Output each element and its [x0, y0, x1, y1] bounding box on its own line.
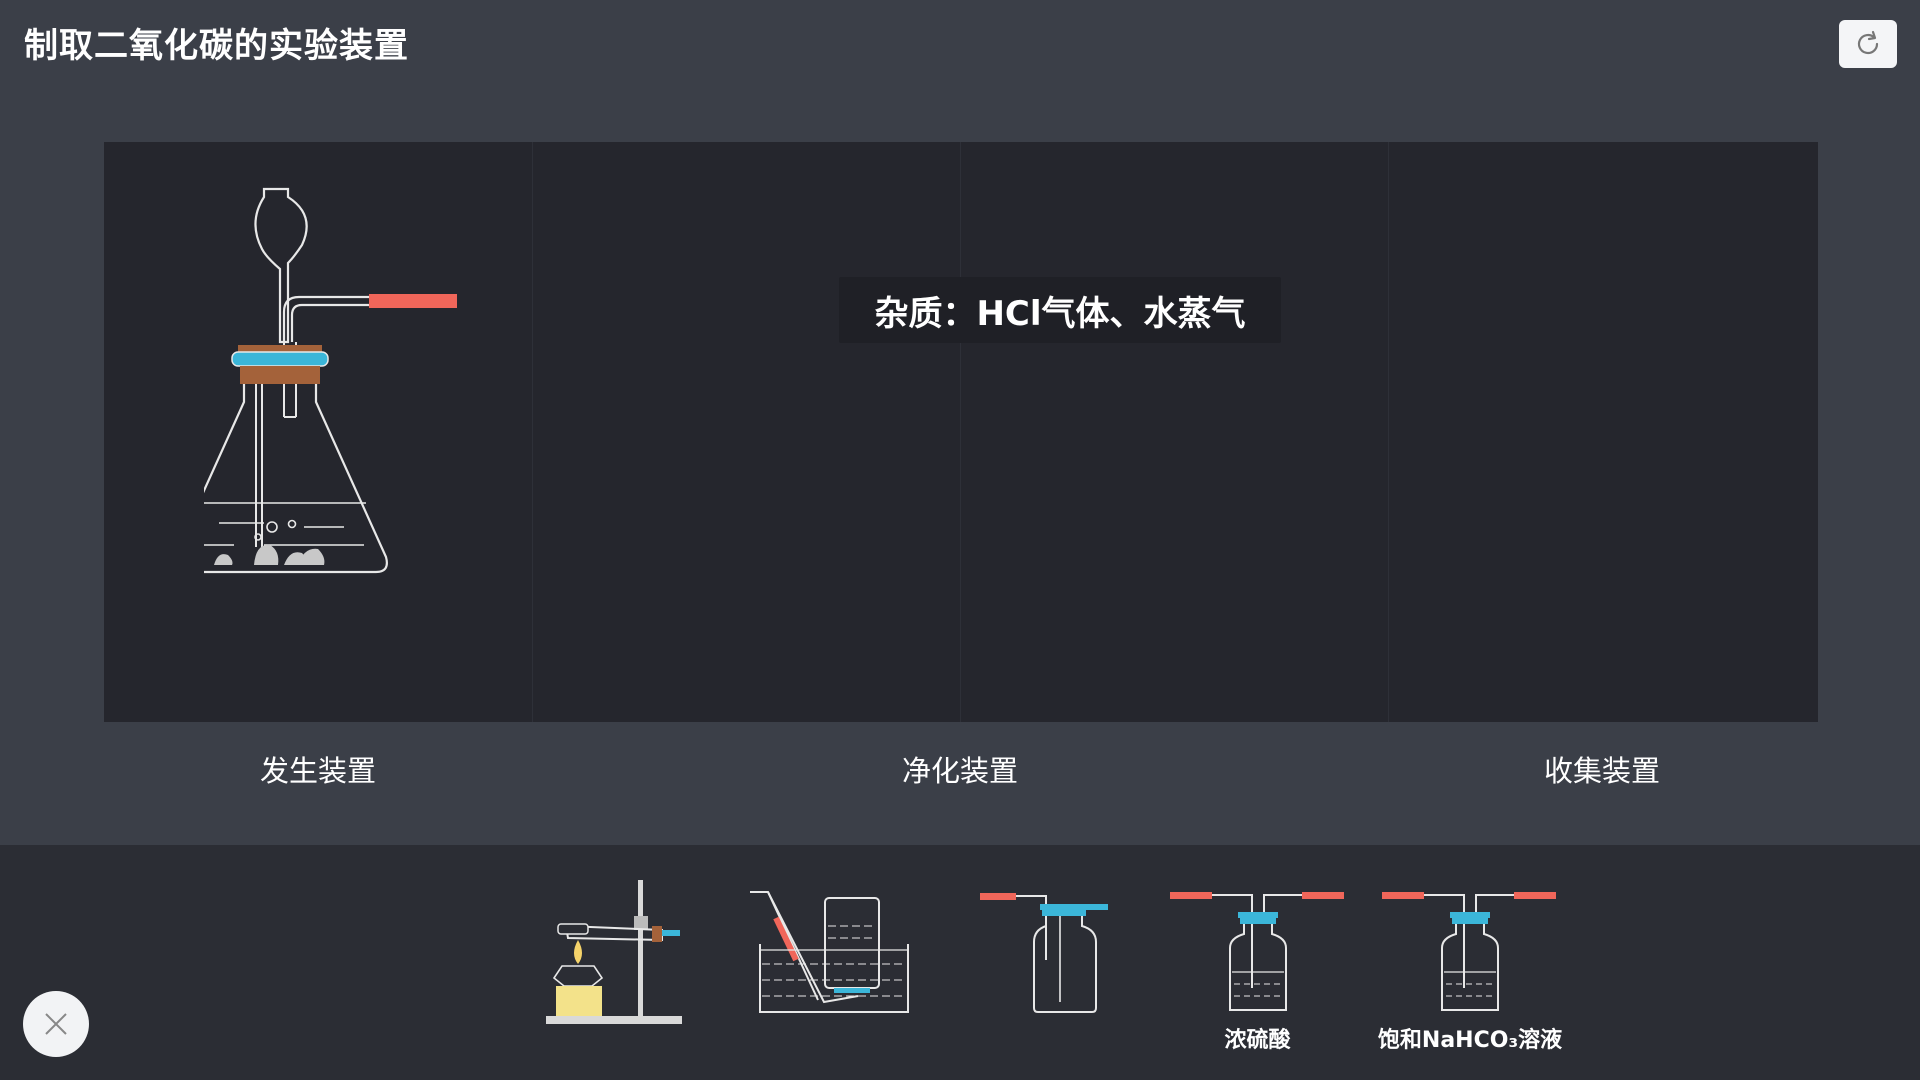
slot-purification-1[interactable] [532, 142, 961, 722]
gas-bottle-tool[interactable] [978, 890, 1110, 1015]
wash-bottle-h2so4-tool[interactable] [1168, 888, 1348, 1016]
wash-bottle-h2so4-label: 浓硫酸 [1224, 1028, 1291, 1053]
apparatus-tray [0, 845, 1920, 1080]
page-title: 制取二氧化碳的实验装置 [24, 26, 409, 66]
impurity-tooltip: 杂质：HCl气体、水蒸气 [839, 277, 1281, 343]
wash-bottle-nahco3-label: 饱和NaHCO₃溶液 [1377, 1028, 1563, 1053]
apparatus-stage: 杂质：HCl气体、水蒸气 [104, 142, 1818, 722]
flask-apparatus[interactable] [204, 187, 544, 587]
slot-purification-2[interactable] [960, 142, 1389, 722]
label-generation: 发生装置 [259, 754, 376, 788]
reset-button[interactable] [1839, 20, 1897, 68]
label-collection: 收集装置 [1543, 754, 1660, 788]
close-button[interactable] [23, 991, 89, 1057]
slot-collection[interactable] [1388, 142, 1818, 722]
heating-apparatus-tool[interactable] [542, 878, 692, 1030]
close-icon [45, 1013, 67, 1035]
label-purification: 净化装置 [901, 754, 1018, 788]
refresh-icon [1857, 30, 1879, 55]
wash-bottle-nahco3-tool[interactable] [1380, 888, 1560, 1016]
water-collection-tool[interactable] [748, 890, 913, 1015]
